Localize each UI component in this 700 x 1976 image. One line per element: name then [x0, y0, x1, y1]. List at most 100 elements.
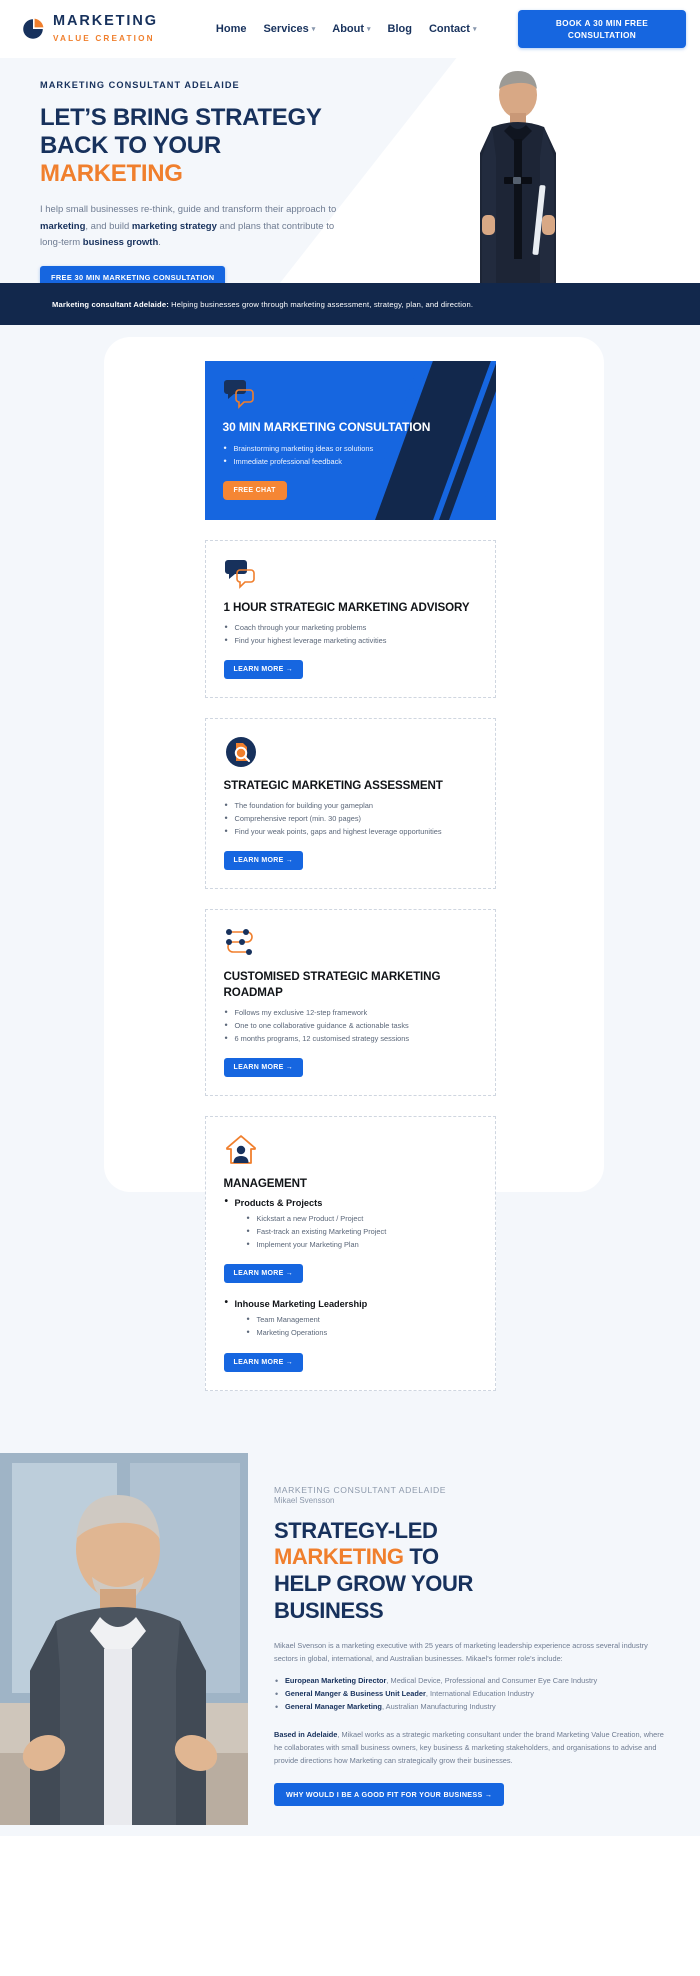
- role-title: General Manger & Business Unit Leader: [285, 1688, 426, 1698]
- landing-page: MARKETING VALUE CREATION Home Services ▾…: [0, 0, 700, 1837]
- site-logo[interactable]: MARKETING VALUE CREATION: [20, 13, 158, 45]
- hero-title-line-3: MARKETING: [40, 160, 183, 188]
- management-group-bullets: Team Management Marketing Operations: [224, 1313, 477, 1340]
- list-item: European Marketing Director, Medical Dev…: [274, 1674, 670, 1690]
- bio-eyebrow: MARKETING CONSULTANT ADELAIDE: [274, 1484, 447, 1495]
- bullet-item: 6 months programs, 12 customised strateg…: [224, 1032, 477, 1046]
- list-item: General Manger & Business Unit Leader, I…: [274, 1687, 670, 1703]
- bio-portrait-photo: [0, 1452, 248, 1837]
- chevron-down-icon: ▾: [367, 25, 371, 33]
- learn-more-button[interactable]: LEARN MORE →: [223, 660, 304, 680]
- bio-paragraph-2: Based in Adelaide, Mikael works as a str…: [274, 1729, 670, 1768]
- hero-p-bold-3: business growth: [82, 236, 159, 248]
- tagline-strip: Marketing consultant Adelaide: Helping b…: [0, 283, 700, 325]
- hero-p-bold-1: marketing: [40, 220, 86, 232]
- hero-cta-button[interactable]: FREE 30 MIN MARKETING CONSULTATION: [40, 266, 226, 283]
- role-title: General Manager Marketing: [285, 1701, 382, 1711]
- role-title: European Marketing Director: [285, 1675, 387, 1685]
- hero-section: MARKETING CONSULTANT ADELAIDE LET’S BRIN…: [0, 58, 700, 283]
- nav-item-about[interactable]: About ▾: [332, 23, 370, 35]
- bio-heading-line-3: HELP GROW YOUR: [274, 1571, 473, 1597]
- hero-title-line-1: LET’S BRING STRATEGY: [40, 104, 322, 131]
- learn-more-button[interactable]: LEARN MORE →: [223, 1057, 304, 1077]
- bullet-item: Coach through your marketing problems: [224, 621, 477, 635]
- bio-person-name: Mikael Svensson: [274, 1495, 335, 1505]
- service-card-roadmap[interactable]: CUSTOMISED STRATEGIC MARKETING ROADMAP F…: [204, 909, 496, 1096]
- document-search-icon: [224, 735, 477, 769]
- person-house-icon: [224, 1133, 477, 1167]
- nav-item-contact[interactable]: Contact ▾: [429, 23, 476, 35]
- page-title: LET’S BRING STRATEGY BACK TO YOUR MARKET…: [40, 104, 370, 188]
- logo-title: MARKETING: [53, 13, 158, 29]
- bullet-item: One to one collaborative guidance & acti…: [224, 1019, 477, 1033]
- bio-roles-list: European Marketing Director, Medical Dev…: [274, 1674, 670, 1716]
- tagline-rest: Helping businesses grow through marketin…: [168, 299, 474, 309]
- bullet-item: Team Management: [246, 1313, 477, 1327]
- service-card-consultation[interactable]: 30 MIN MARKETING CONSULTATION Brainstorm…: [204, 361, 496, 520]
- bio-heading-line-1: STRATEGY-LED: [274, 1517, 438, 1543]
- nav-label: Home: [215, 23, 247, 35]
- service-card-advisory[interactable]: 1 HOUR STRATEGIC MARKETING ADVISORY Coac…: [204, 539, 496, 699]
- learn-more-button-leadership[interactable]: LEARN MORE →: [223, 1352, 304, 1372]
- service-card-assessment[interactable]: STRATEGIC MARKETING ASSESSMENT The found…: [204, 718, 496, 890]
- nav-label: About: [332, 23, 365, 35]
- service-title: STRATEGIC MARKETING ASSESSMENT: [223, 779, 443, 793]
- bio-heading-line-4: BUSINESS: [274, 1598, 384, 1624]
- bullet-item: Implement your Marketing Plan: [246, 1238, 477, 1252]
- service-title: 30 MIN MARKETING CONSULTATION: [222, 420, 431, 434]
- book-consultation-button[interactable]: BOOK A 30 MIN FREE CONSULTATION: [518, 9, 686, 49]
- bullet-item: Find your highest leverage marketing act…: [224, 634, 477, 648]
- speech-bubbles-icon: [223, 377, 478, 411]
- service-bullets: Brainstorming marketing ideas or solutio…: [223, 442, 478, 469]
- hero-p-pre: I help small businesses re-think, guide …: [40, 204, 337, 216]
- management-group-heading: Inhouse Marketing Leadership: [224, 1297, 477, 1309]
- service-title: MANAGEMENT: [223, 1176, 307, 1190]
- service-bullets: Follows my exclusive 12-step framework O…: [224, 1006, 477, 1046]
- service-title: CUSTOMISED STRATEGIC MARKETING ROADMAP: [223, 970, 441, 999]
- bullet-item: Brainstorming marketing ideas or solutio…: [223, 442, 478, 456]
- bullet-item: Comprehensive report (min. 30 pages): [224, 812, 477, 826]
- logo-subtitle: VALUE CREATION: [53, 34, 155, 43]
- site-header: MARKETING VALUE CREATION Home Services ▾…: [0, 0, 700, 58]
- services-section: 30 MIN MARKETING CONSULTATION Brainstorm…: [0, 325, 700, 1453]
- bullet-item: Immediate professional feedback: [223, 455, 478, 469]
- learn-more-button-products[interactable]: LEARN MORE →: [223, 1264, 304, 1284]
- bio-cta-button[interactable]: WHY WOULD I BE A GOOD FIT FOR YOUR BUSIN…: [274, 1783, 505, 1807]
- bullet-item: Find your weak points, gaps and highest …: [224, 825, 477, 839]
- free-chat-button[interactable]: FREE CHAT: [222, 480, 287, 500]
- hero-title-line-2: BACK TO YOUR: [40, 132, 221, 160]
- nav-item-home[interactable]: Home: [216, 23, 247, 35]
- service-bullets: The foundation for building your gamepla…: [224, 799, 477, 839]
- bio-heading-after-accent: TO: [403, 1544, 439, 1570]
- bullet-item: The foundation for building your gamepla…: [224, 799, 477, 813]
- hero-paragraph: I help small businesses re-think, guide …: [40, 202, 345, 251]
- service-bullets: Coach through your marketing problems Fi…: [224, 621, 477, 648]
- logo-mark-icon: [20, 16, 46, 42]
- learn-more-button[interactable]: LEARN MORE →: [223, 851, 304, 871]
- roadmap-nodes-icon: [224, 926, 477, 960]
- nav-item-blog[interactable]: Blog: [388, 23, 412, 35]
- main-nav: Home Services ▾ About ▾ Blog Contact ▾: [216, 23, 477, 35]
- bio-heading-accent: MARKETING: [274, 1544, 404, 1570]
- hero-p-end: .: [158, 236, 161, 248]
- tagline-bold: Marketing consultant Adelaide:: [52, 299, 169, 309]
- nav-label: Contact: [428, 23, 470, 35]
- bullet-item: Fast-track an existing Marketing Project: [246, 1225, 477, 1239]
- bio-heading: STRATEGY-LED MARKETING TO HELP GROW YOUR…: [274, 1518, 670, 1625]
- bullet-item: Marketing Operations: [246, 1326, 477, 1340]
- nav-item-services[interactable]: Services ▾: [263, 23, 315, 35]
- bio-content: MARKETING CONSULTANT ADELAIDE Mikael Sve…: [248, 1453, 700, 1837]
- nav-label: Services: [263, 23, 309, 35]
- nav-label: Blog: [387, 23, 412, 35]
- bio-section: MARKETING CONSULTANT ADELAIDE Mikael Sve…: [0, 1452, 700, 1837]
- hero-p-mid-1: , and build: [85, 220, 132, 232]
- list-item: General Manager Marketing, Australian Ma…: [274, 1700, 670, 1716]
- speech-bubbles-icon: [224, 557, 477, 591]
- service-card-management[interactable]: MANAGEMENT Products & Projects Kickstart…: [204, 1115, 496, 1391]
- management-group-bullets: Kickstart a new Product / Project Fast-t…: [224, 1212, 477, 1252]
- role-detail: , Medical Device, Professional and Consu…: [386, 1675, 598, 1685]
- hero-eyebrow: MARKETING CONSULTANT ADELAIDE: [40, 80, 240, 90]
- role-detail: , International Education Industry: [425, 1688, 534, 1698]
- chevron-down-icon: ▾: [311, 25, 316, 33]
- role-detail: , Australian Manufacturing Industry: [381, 1701, 496, 1711]
